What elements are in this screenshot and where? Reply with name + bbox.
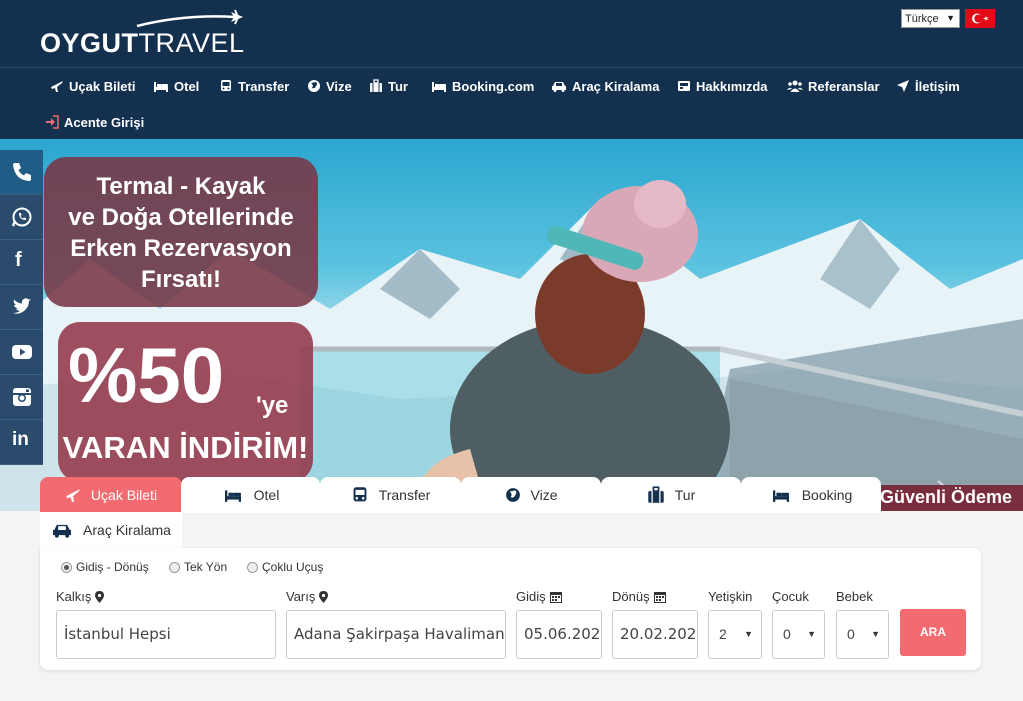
- flight-search-panel: Gidiş - Dönüş Tek Yön Çoklu Uçuş Kalkış …: [40, 548, 981, 670]
- radio-dot[interactable]: [61, 561, 72, 573]
- promo-line-3: Erken Rezervasyon: [70, 235, 292, 262]
- tab-vize[interactable]: Vize: [461, 477, 601, 513]
- nav-item-iletisim[interactable]: İletişim: [896, 76, 960, 96]
- suitcase-icon: [370, 79, 382, 92]
- nav-item-vize[interactable]: Vize: [307, 76, 352, 96]
- globe-icon: [505, 488, 520, 502]
- nav-item-transfer[interactable]: Transfer: [219, 76, 289, 96]
- radio-dot[interactable]: [169, 561, 180, 573]
- instagram-icon[interactable]: [0, 375, 43, 420]
- promo-line-1: Termal - Kayak: [96, 173, 266, 200]
- tab-arac-kiralama[interactable]: Araç Kiralama: [40, 512, 182, 548]
- airplane-logo-icon: [136, 9, 243, 28]
- bus-icon: [221, 80, 231, 91]
- radio-multi-city[interactable]: Çoklu Uçuş: [247, 560, 323, 574]
- depart-label: Gidiş: [516, 589, 562, 604]
- nav-item-hakkimizda[interactable]: Hakkımızda: [677, 76, 768, 96]
- adult-label: Yetişkin: [708, 589, 753, 604]
- nav-item-acente-girisi[interactable]: Acente Girişi: [45, 112, 144, 132]
- linkedin-icon[interactable]: in: [0, 420, 43, 465]
- map-marker-icon: [95, 590, 105, 603]
- car-icon: [552, 82, 566, 92]
- sign-in-icon: [46, 115, 59, 129]
- plane-icon: [51, 81, 63, 92]
- phone-icon[interactable]: [0, 150, 43, 195]
- secure-payment-banner: Güvenli Ödeme: [872, 485, 1023, 511]
- calendar-icon: [549, 591, 562, 603]
- turkish-flag-icon[interactable]: [965, 9, 995, 28]
- from-label: Kalkış: [56, 589, 105, 604]
- main-nav: Uçak Bileti Otel Transfer Vize Tur Booki…: [0, 67, 1023, 139]
- car-icon: [53, 524, 72, 538]
- to-label: Varış: [286, 589, 329, 604]
- facebook-icon[interactable]: f: [0, 240, 43, 285]
- chevron-down-icon: ▼: [807, 629, 816, 639]
- id-card-icon: [678, 81, 690, 91]
- users-icon: [787, 80, 803, 92]
- social-sidebar: f in: [0, 150, 43, 465]
- tab-transfer[interactable]: Transfer: [320, 477, 461, 513]
- nav-item-tur[interactable]: Tur: [369, 76, 408, 96]
- language-select[interactable]: Türkçe ▼: [901, 9, 960, 28]
- send-icon: [897, 80, 909, 92]
- nav-item-ucak-bileti[interactable]: Uçak Bileti: [50, 76, 135, 96]
- youtube-icon[interactable]: [0, 330, 43, 375]
- plane-icon: [66, 489, 80, 502]
- search-button[interactable]: ARA: [900, 609, 966, 656]
- tab-otel[interactable]: Otel: [181, 477, 320, 513]
- bus-icon: [353, 487, 367, 502]
- nav-item-booking[interactable]: Booking.com: [431, 76, 534, 96]
- header-bar: OYGUTTRAVEL Türkçe ▼: [0, 0, 1023, 67]
- child-select[interactable]: 0 ▼: [772, 610, 825, 659]
- return-date-input[interactable]: 20.02.202: [612, 610, 698, 659]
- radio-round-trip[interactable]: Gidiş - Dönüş: [61, 560, 149, 574]
- to-input[interactable]: Adana Şakirpaşa Havalimanı - A: [286, 610, 506, 659]
- promo-card[interactable]: Termal - Kayak ve Doğa Otellerinde Erken…: [44, 157, 318, 307]
- tab-booking[interactable]: Booking: [741, 477, 881, 513]
- chevron-down-icon: ▼: [871, 629, 880, 639]
- infant-select[interactable]: 0 ▼: [836, 610, 889, 659]
- tab-ucak-bileti[interactable]: Uçak Bileti: [40, 477, 182, 513]
- child-label: Çocuk: [772, 589, 809, 604]
- nav-item-referanslar[interactable]: Referanslar: [787, 76, 880, 96]
- logo[interactable]: OYGUTTRAVEL: [40, 8, 250, 58]
- return-label: Dönüş: [612, 589, 666, 604]
- promo-line-2: ve Doğa Otellerinde: [68, 204, 294, 231]
- bed-icon: [432, 82, 446, 92]
- suitcase-icon: [648, 486, 664, 503]
- infant-label: Bebek: [836, 589, 873, 604]
- globe-icon: [308, 80, 320, 92]
- promo-line-4: Fırsatı!: [140, 266, 221, 293]
- depart-date-input[interactable]: 05.06.202: [516, 610, 602, 659]
- radio-dot[interactable]: [247, 561, 258, 573]
- chevron-down-icon: ▼: [744, 629, 753, 639]
- radio-one-way[interactable]: Tek Yön: [169, 560, 227, 574]
- calendar-icon: [653, 591, 666, 603]
- map-marker-icon: [319, 590, 329, 603]
- nav-item-otel[interactable]: Otel: [153, 76, 199, 96]
- bed-icon: [224, 490, 241, 502]
- bed-icon: [772, 490, 789, 502]
- whatsapp-icon[interactable]: [0, 195, 43, 240]
- nav-item-arac-kiralama[interactable]: Araç Kiralama: [551, 76, 659, 96]
- discount-percent: %50: [68, 331, 225, 419]
- bed-icon: [154, 82, 168, 92]
- logo-text: OYGUTTRAVEL: [40, 28, 245, 58]
- discount-text: VARAN İNDİRİM!: [62, 430, 309, 465]
- discount-suffix: 'ye: [256, 392, 289, 419]
- from-input[interactable]: İstanbul Hepsi: [56, 610, 276, 659]
- adult-select[interactable]: 2 ▼: [708, 610, 762, 659]
- discount-card[interactable]: %50 'ye VARAN İNDİRİM!: [58, 322, 313, 482]
- tab-tur[interactable]: Tur: [601, 477, 741, 513]
- twitter-icon[interactable]: [0, 285, 43, 330]
